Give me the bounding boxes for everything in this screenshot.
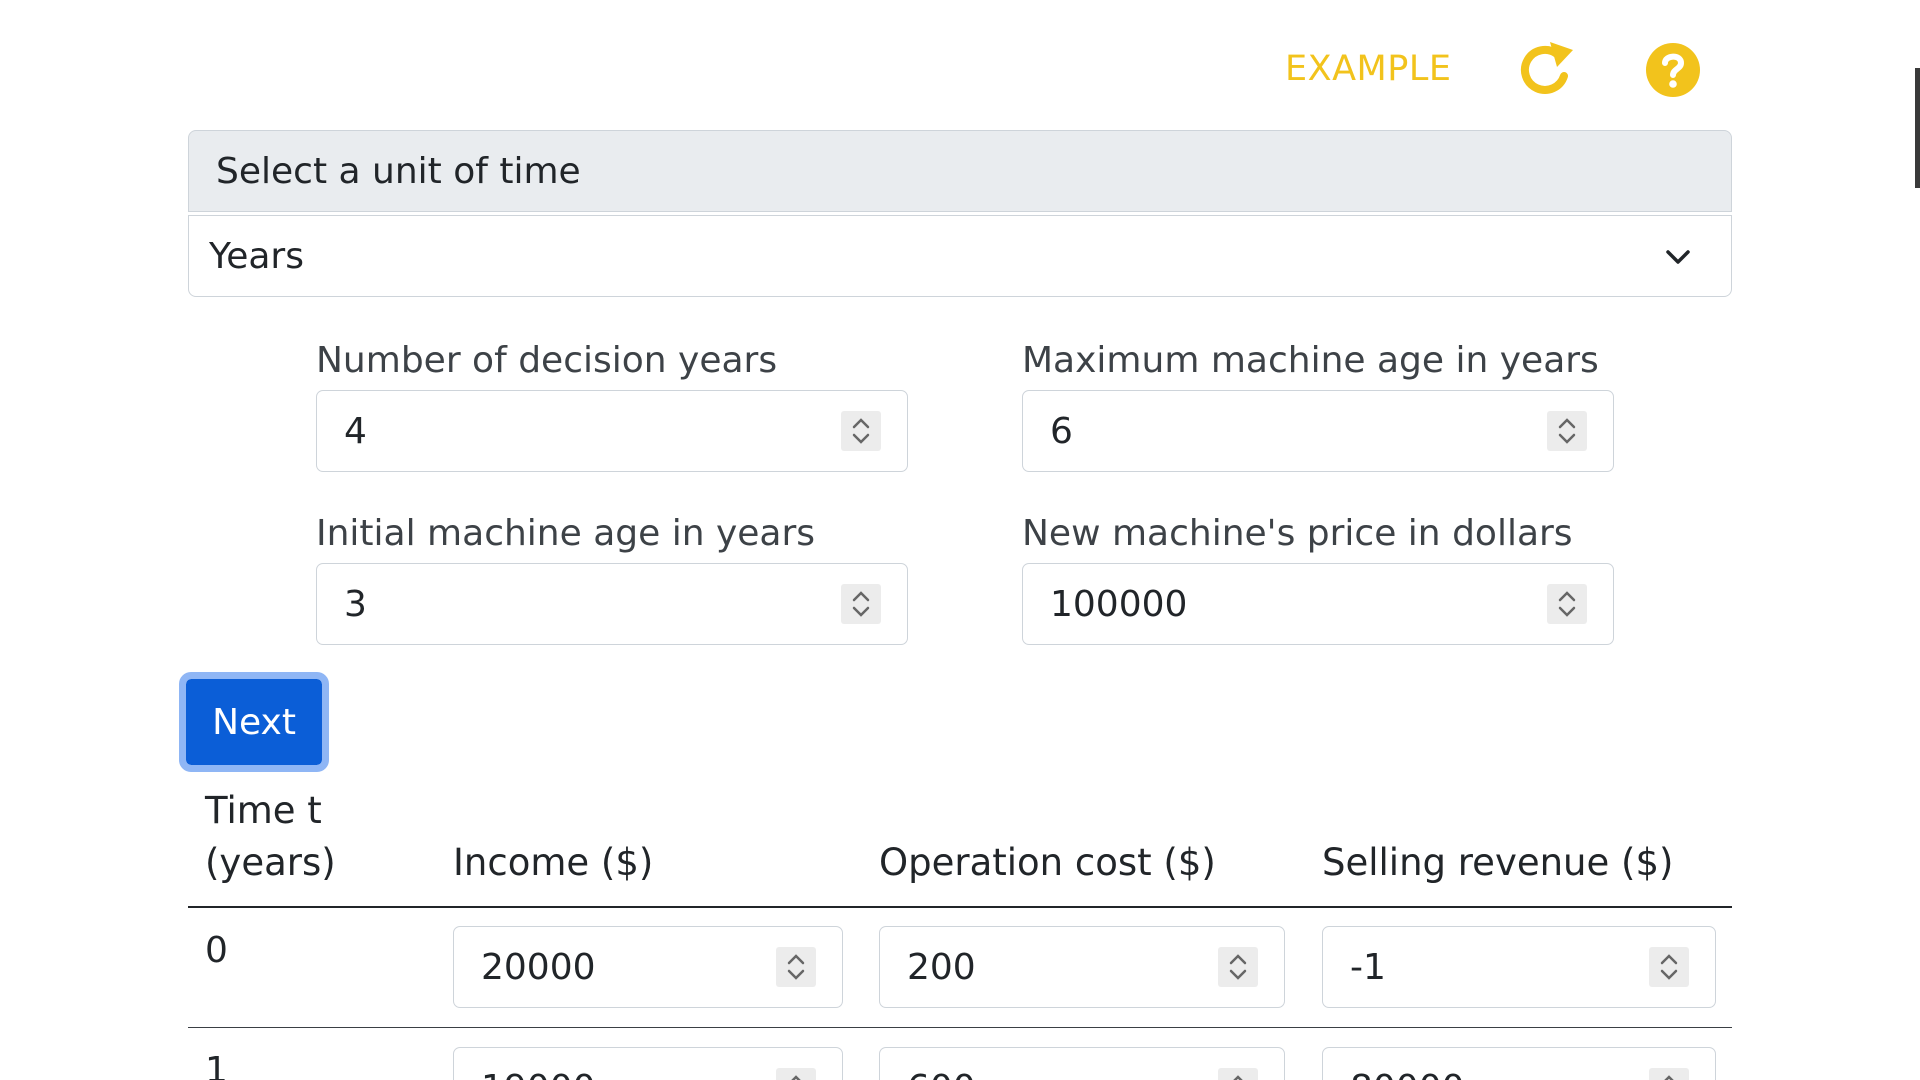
row-1-income-stepper[interactable] xyxy=(776,1068,816,1080)
max-machine-age-stepper[interactable] xyxy=(1547,411,1587,451)
row-1-selling-revenue-stepper[interactable] xyxy=(1649,1068,1689,1080)
row-0-operation-cost-stepper[interactable] xyxy=(1218,947,1258,987)
row-1-operation-cost-value: 600 xyxy=(880,1068,976,1080)
row-0-operation-cost-input[interactable]: 200 xyxy=(879,926,1285,1008)
max-machine-age-label: Maximum machine age in years xyxy=(1022,340,1599,381)
example-button[interactable]: EXAMPLE xyxy=(1285,49,1451,89)
column-header-income: Income ($) xyxy=(453,841,654,884)
table-row-divider xyxy=(188,1027,1732,1028)
page-scrollbar[interactable] xyxy=(1915,68,1920,188)
max-machine-age-value: 6 xyxy=(1050,410,1073,452)
decision-years-input[interactable]: 4 xyxy=(316,390,908,472)
stepper-arrows-icon xyxy=(791,1075,801,1080)
stepper-arrows-icon xyxy=(1664,1075,1674,1080)
help-icon[interactable] xyxy=(1645,42,1701,98)
row-0-income-value: 20000 xyxy=(481,946,596,988)
stepper-arrows-icon xyxy=(852,418,870,444)
refresh-icon[interactable] xyxy=(1517,40,1577,100)
initial-machine-age-input[interactable]: 3 xyxy=(316,563,908,645)
table-header-divider xyxy=(188,906,1732,908)
row-1-selling-revenue-input[interactable]: 80000 xyxy=(1322,1047,1716,1080)
max-machine-age-input[interactable]: 6 xyxy=(1022,390,1614,472)
new-machine-price-value: 100000 xyxy=(1050,583,1188,625)
row-0-income-input[interactable]: 20000 xyxy=(453,926,843,1008)
unit-of-time-header: Select a unit of time xyxy=(188,130,1732,212)
column-header-operation-cost: Operation cost ($) xyxy=(879,841,1216,884)
row-0-selling-revenue-stepper[interactable] xyxy=(1649,947,1689,987)
new-machine-price-label: New machine's price in dollars xyxy=(1022,513,1573,554)
row-0-time: 0 xyxy=(205,930,228,971)
new-machine-price-stepper[interactable] xyxy=(1547,584,1587,624)
stepper-arrows-icon xyxy=(1229,954,1247,980)
initial-machine-age-label: Initial machine age in years xyxy=(316,513,816,554)
unit-of-time-select[interactable]: Years xyxy=(188,215,1732,297)
page: EXAMPLE Select a unit of time Years Numb… xyxy=(0,0,1920,1080)
row-1-selling-revenue-value: 80000 xyxy=(1323,1068,1465,1080)
column-header-time-line1: Time t xyxy=(205,789,322,832)
initial-machine-age-value: 3 xyxy=(344,583,367,625)
row-1-income-value: 19000 xyxy=(454,1068,596,1080)
row-1-operation-cost-input[interactable]: 600 xyxy=(879,1047,1285,1080)
stepper-arrows-icon xyxy=(1660,954,1678,980)
initial-machine-age-stepper[interactable] xyxy=(841,584,881,624)
stepper-arrows-icon xyxy=(1558,591,1576,617)
stepper-arrows-icon xyxy=(1558,418,1576,444)
column-header-selling-revenue: Selling revenue ($) xyxy=(1322,841,1674,884)
stepper-arrows-icon xyxy=(787,954,805,980)
next-button[interactable]: Next xyxy=(179,672,329,772)
decision-years-label: Number of decision years xyxy=(316,340,778,381)
column-header-time-line2: (years) xyxy=(205,841,336,884)
row-1-time: 1 xyxy=(205,1050,228,1080)
chevron-down-icon xyxy=(1666,250,1690,264)
unit-of-time-selected-value: Years xyxy=(209,235,304,277)
row-1-income-input[interactable]: 19000 xyxy=(453,1047,843,1080)
decision-years-stepper[interactable] xyxy=(841,411,881,451)
row-0-selling-revenue-input[interactable]: -1 xyxy=(1322,926,1716,1008)
stepper-arrows-icon xyxy=(852,591,870,617)
column-header-time: Time t (years) xyxy=(205,785,336,889)
row-0-selling-revenue-value: -1 xyxy=(1350,946,1386,988)
row-1-operation-cost-stepper[interactable] xyxy=(1218,1068,1258,1080)
decision-years-value: 4 xyxy=(344,410,367,452)
stepper-arrows-icon xyxy=(1233,1075,1243,1080)
row-0-operation-cost-value: 200 xyxy=(907,946,976,988)
row-0-income-stepper[interactable] xyxy=(776,947,816,987)
top-actions: EXAMPLE xyxy=(1285,40,1700,98)
new-machine-price-input[interactable]: 100000 xyxy=(1022,563,1614,645)
